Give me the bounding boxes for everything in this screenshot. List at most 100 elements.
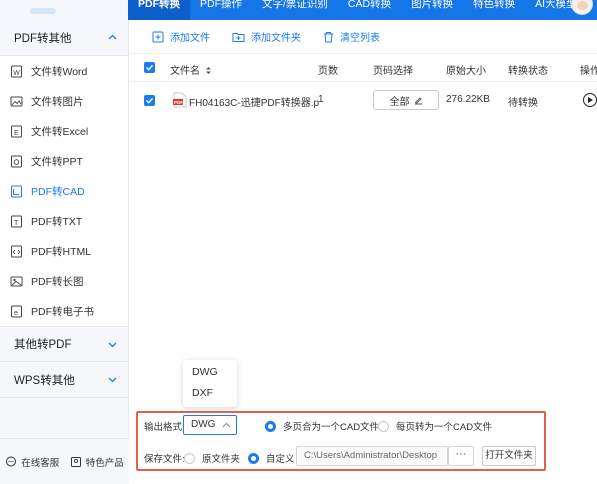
format-option-dxf[interactable]: DXF — [183, 383, 237, 404]
file-table-header: 文件名 页数 页码选择 原始大小 转换状态 操作 — [130, 54, 597, 82]
sidebar-item-long-image[interactable]: PDF转长图 — [0, 266, 128, 296]
sidebar-group-pdf-to-other[interactable]: PDF转其他 — [0, 20, 128, 56]
column-header-size: 原始大小 — [446, 66, 486, 77]
sidebar-item-label: 文件转Excel — [31, 125, 89, 138]
top-nav-tabs: PDF转换 PDF操作 文字/票证识别 CAD转换 图片转换 特色转换 AI大模… — [128, 0, 587, 20]
pdf-file-icon: PDF — [173, 92, 187, 108]
table-row: PDF FH04163C-迅捷PDF转换器.p 1 全部 276.22KB 待转… — [130, 84, 597, 118]
save-custom-folder-radio[interactable]: 自定义 — [248, 451, 295, 465]
sidebar-item-label: 文件转Word — [31, 65, 88, 78]
check-icon — [146, 64, 154, 71]
output-format-value: DWG — [191, 419, 216, 430]
svg-text:PDF: PDF — [174, 100, 183, 105]
sidebar-item-image[interactable]: 文件转图片 — [0, 86, 128, 116]
sidebar-group-wps-to-other[interactable]: WPS转其他 — [0, 362, 128, 398]
column-header-filename-label: 文件名 — [170, 66, 200, 77]
sidebar-item-label: 文件转PPT — [31, 155, 83, 168]
sidebar-item-label: PDF转CAD — [31, 185, 85, 198]
excel-file-icon: E — [11, 125, 22, 137]
output-settings-panel: 输出格式: DWG 多页合为一个CAD文件 每页转为一个CAD文件 保存文件: … — [136, 411, 546, 471]
chevron-up-icon — [108, 34, 117, 40]
sidebar-item-label: PDF转长图 — [31, 275, 84, 288]
file-size: 276.22KB — [446, 94, 490, 105]
row-checkbox[interactable] — [144, 95, 155, 106]
radio-selected-indicator — [248, 452, 259, 464]
open-folder-button[interactable]: 打开文件夹 — [482, 446, 536, 466]
avatar-face — [577, 1, 588, 10]
sort-icon — [205, 67, 211, 74]
sidebar-item-label: PDF转电子书 — [31, 305, 94, 318]
sidebar-item-cad[interactable]: PDF转CAD — [0, 176, 128, 206]
save-custom-folder-label: 自定义 — [266, 454, 295, 465]
tab-pdf-operations[interactable]: PDF操作 — [190, 0, 252, 20]
sidebar-item-word[interactable]: W 文件转Word — [0, 56, 128, 86]
sidebar-item-label: 文件转图片 — [31, 95, 84, 108]
online-support-button[interactable]: 在线客服 — [5, 455, 59, 469]
add-file-button[interactable]: 添加文件 — [152, 29, 210, 44]
clear-list-button[interactable]: 清空列表 — [323, 29, 380, 44]
sidebar-item-excel[interactable]: E 文件转Excel — [0, 116, 128, 146]
chevron-down-icon — [108, 377, 117, 383]
edit-icon — [414, 96, 422, 104]
tab-special-convert[interactable]: 特色转换 — [463, 0, 525, 20]
html-file-icon — [11, 245, 22, 257]
column-header-action: 操作 — [580, 66, 597, 77]
save-original-folder-label: 原文件夹 — [202, 454, 241, 465]
tab-pdf-convert[interactable]: PDF转换 — [128, 0, 190, 20]
tab-text-recognition[interactable]: 文字/票证识别 — [252, 0, 338, 20]
radio-unselected-indicator — [184, 452, 195, 464]
add-folder-button[interactable]: 添加文件夹 — [232, 29, 301, 44]
featured-products-label: 特色产品 — [85, 457, 124, 469]
sidebar: PDF转其他 W 文件转Word 文件转图片 E 文件转Excel 文件转PPT… — [0, 20, 129, 484]
add-folder-label: 添加文件夹 — [251, 33, 301, 44]
txt-file-icon: T — [11, 215, 22, 227]
output-format-label: 输出格式: — [144, 422, 185, 433]
add-folder-icon — [232, 32, 245, 42]
sidebar-footer: 在线客服 特色产品 — [0, 438, 129, 484]
clear-list-label: 清空列表 — [340, 33, 380, 44]
sidebar-item-ppt[interactable]: 文件转PPT — [0, 146, 128, 176]
merge-pages-radio[interactable]: 多页合为一个CAD文件 — [265, 419, 379, 433]
sidebar-item-txt[interactable]: T PDF转TXT — [0, 206, 128, 236]
sidebar-item-html[interactable]: PDF转HTML — [0, 236, 128, 266]
output-path-field[interactable]: C:\Users\Administrator\Desktop — [296, 446, 448, 466]
add-file-icon — [152, 31, 164, 42]
merge-pages-label: 多页合为一个CAD文件 — [283, 422, 380, 433]
sidebar-group-label: PDF转其他 — [14, 32, 72, 45]
cad-file-icon — [11, 185, 22, 197]
split-pages-radio[interactable]: 每页转为一个CAD文件 — [378, 419, 492, 433]
sidebar-item-label: PDF转TXT — [31, 215, 83, 228]
column-header-filename[interactable]: 文件名 — [170, 62, 212, 77]
add-file-label: 添加文件 — [170, 33, 210, 44]
ppt-file-icon — [11, 155, 22, 167]
tab-cad-convert[interactable]: CAD转换 — [338, 0, 401, 20]
page-range-button[interactable]: 全部 — [373, 90, 439, 110]
product-box-icon — [70, 456, 81, 467]
output-format-select[interactable]: DWG — [183, 415, 237, 435]
ebook-icon: e — [11, 305, 22, 317]
check-icon — [146, 97, 154, 104]
save-file-label: 保存文件: — [144, 454, 185, 465]
sidebar-item-ebook[interactable]: e PDF转电子书 — [0, 296, 128, 326]
svg-text:W: W — [13, 70, 20, 77]
browse-path-button[interactable]: ··· — [448, 446, 474, 466]
app-logo — [30, 8, 56, 14]
page-range-label: 全部 — [389, 96, 410, 108]
sidebar-group-label: 其他转PDF — [14, 339, 72, 351]
sidebar-group-label: WPS转其他 — [14, 374, 75, 387]
page-count: 1 — [318, 94, 324, 105]
tab-image-convert[interactable]: 图片转换 — [401, 0, 463, 20]
sidebar-group-other-to-pdf[interactable]: 其他转PDF — [0, 326, 128, 362]
svg-text:T: T — [14, 220, 19, 227]
column-header-page-range: 页码选择 — [373, 66, 413, 77]
select-all-checkbox[interactable] — [144, 62, 155, 73]
format-option-dwg[interactable]: DWG — [183, 362, 237, 383]
start-convert-icon[interactable] — [583, 93, 597, 107]
radio-selected-indicator — [265, 420, 276, 432]
word-file-icon: W — [11, 65, 22, 77]
featured-products-button[interactable]: 特色产品 — [70, 455, 124, 469]
split-pages-label: 每页转为一个CAD文件 — [396, 422, 493, 433]
save-original-folder-radio[interactable]: 原文件夹 — [184, 451, 240, 465]
radio-unselected-indicator — [378, 420, 389, 432]
column-header-pages: 页数 — [318, 66, 338, 77]
